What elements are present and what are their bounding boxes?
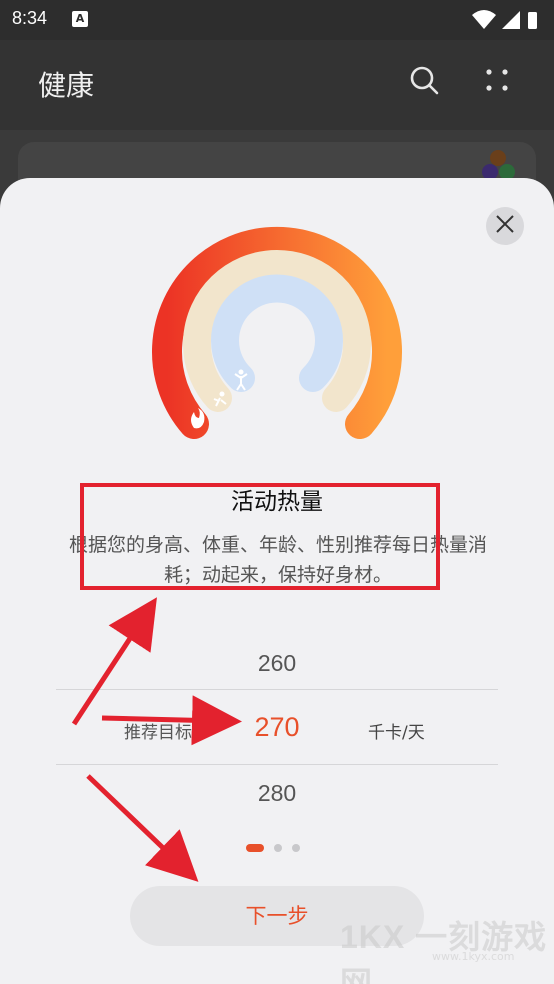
watermark-url: www.1kyx.com	[432, 950, 515, 963]
annotation-arrow	[101, 695, 242, 746]
annotation-arrow	[71, 597, 157, 726]
watermark: 1KX 一刻游戏网 www.1kyx.com	[340, 912, 554, 984]
annotation-arrows	[71, 597, 242, 882]
annotation-arrow	[86, 774, 199, 882]
